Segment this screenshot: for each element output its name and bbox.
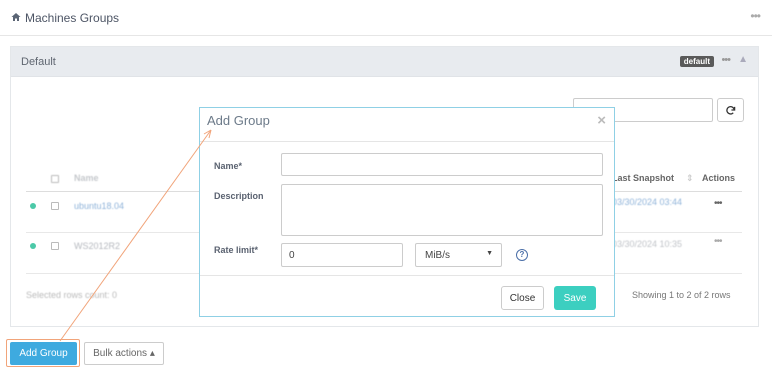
panel-more-icon[interactable]: ••• [721,54,731,66]
rate-limit-value: 0 [289,250,295,261]
status-dot [30,243,36,249]
row-checkbox[interactable] [51,202,59,210]
refresh-icon [726,105,736,115]
name-field[interactable] [281,153,603,176]
dialog-divider [200,275,614,276]
panel-title: Default [21,56,56,68]
select-all-checkbox[interactable] [51,175,59,183]
dialog-title: Add Group [207,113,270,128]
save-button[interactable]: Save [554,286,596,310]
home-icon [11,13,21,21]
chevron-down-icon: ▼ [486,250,493,257]
description-label: Description [214,191,264,201]
machine-name-link[interactable]: WS2012R2 [74,241,120,251]
header-more-icon[interactable]: ••• [750,9,761,23]
row-actions-icon[interactable]: ••• [714,198,722,209]
close-icon[interactable]: × [597,112,606,129]
column-name[interactable]: Name [74,173,99,183]
dialog-header: Add Group × [200,108,614,142]
help-icon[interactable]: ? [516,249,528,261]
add-group-button[interactable]: Add Group [10,342,77,365]
row-checkbox[interactable] [51,242,59,250]
close-button[interactable]: Close [501,286,544,310]
description-field[interactable] [281,184,603,236]
collapse-icon[interactable]: ▲ [738,54,748,65]
machine-name-link[interactable]: ubuntu18.04 [74,201,124,211]
rate-unit-value: MiB/s [425,250,450,261]
page-header: Machines Groups ••• [0,0,772,36]
page-title: Machines Groups [25,11,120,25]
default-badge: default [679,56,714,67]
name-label: Name* [214,161,243,171]
refresh-button[interactable] [717,98,744,122]
rate-unit-select[interactable]: MiB/s ▼ [415,243,502,267]
pagination-info: Showing 1 to 2 of 2 rows [632,290,731,300]
panel-header: Default default ••• ▲ [11,47,758,77]
rate-limit-label: Rate limit* [214,245,259,255]
sort-icon: ⇕ [686,173,694,183]
row-actions-icon[interactable]: ••• [714,236,722,247]
column-last-snapshot[interactable]: Last Snapshot [612,173,674,183]
add-group-dialog: Add Group × Name* Description Rate limit… [199,107,615,317]
rate-limit-field[interactable]: 0 [281,243,403,267]
snapshot-date: 03/30/2024 03:44 [612,197,683,207]
status-dot [30,203,36,209]
column-actions: Actions [702,173,736,183]
snapshot-date: 03/30/2024 10:35 [612,239,683,249]
selected-rows-count: Selected rows count: 0 [26,290,118,300]
bulk-actions-button[interactable]: Bulk actions ▴ [84,342,164,365]
